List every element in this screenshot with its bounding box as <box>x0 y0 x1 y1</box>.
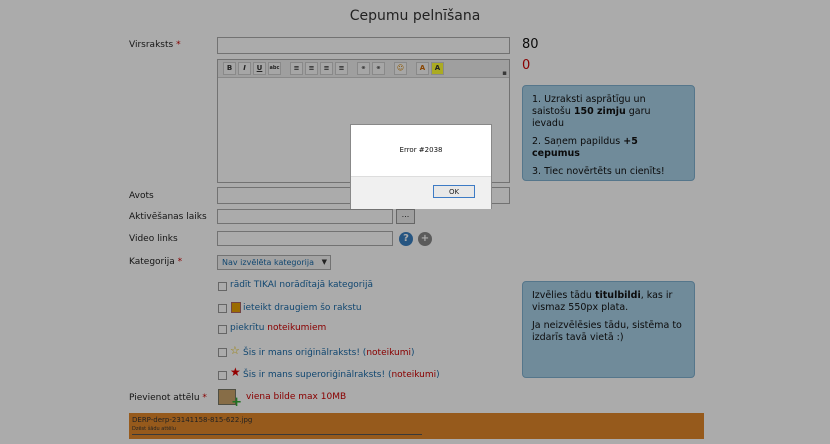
error-message: Error #2038 <box>399 146 443 154</box>
dialog-footer: OK <box>351 176 491 209</box>
error-dialog: Error #2038 OK <box>350 124 492 209</box>
modal-overlay <box>0 0 830 444</box>
ok-button[interactable]: OK <box>433 185 475 198</box>
